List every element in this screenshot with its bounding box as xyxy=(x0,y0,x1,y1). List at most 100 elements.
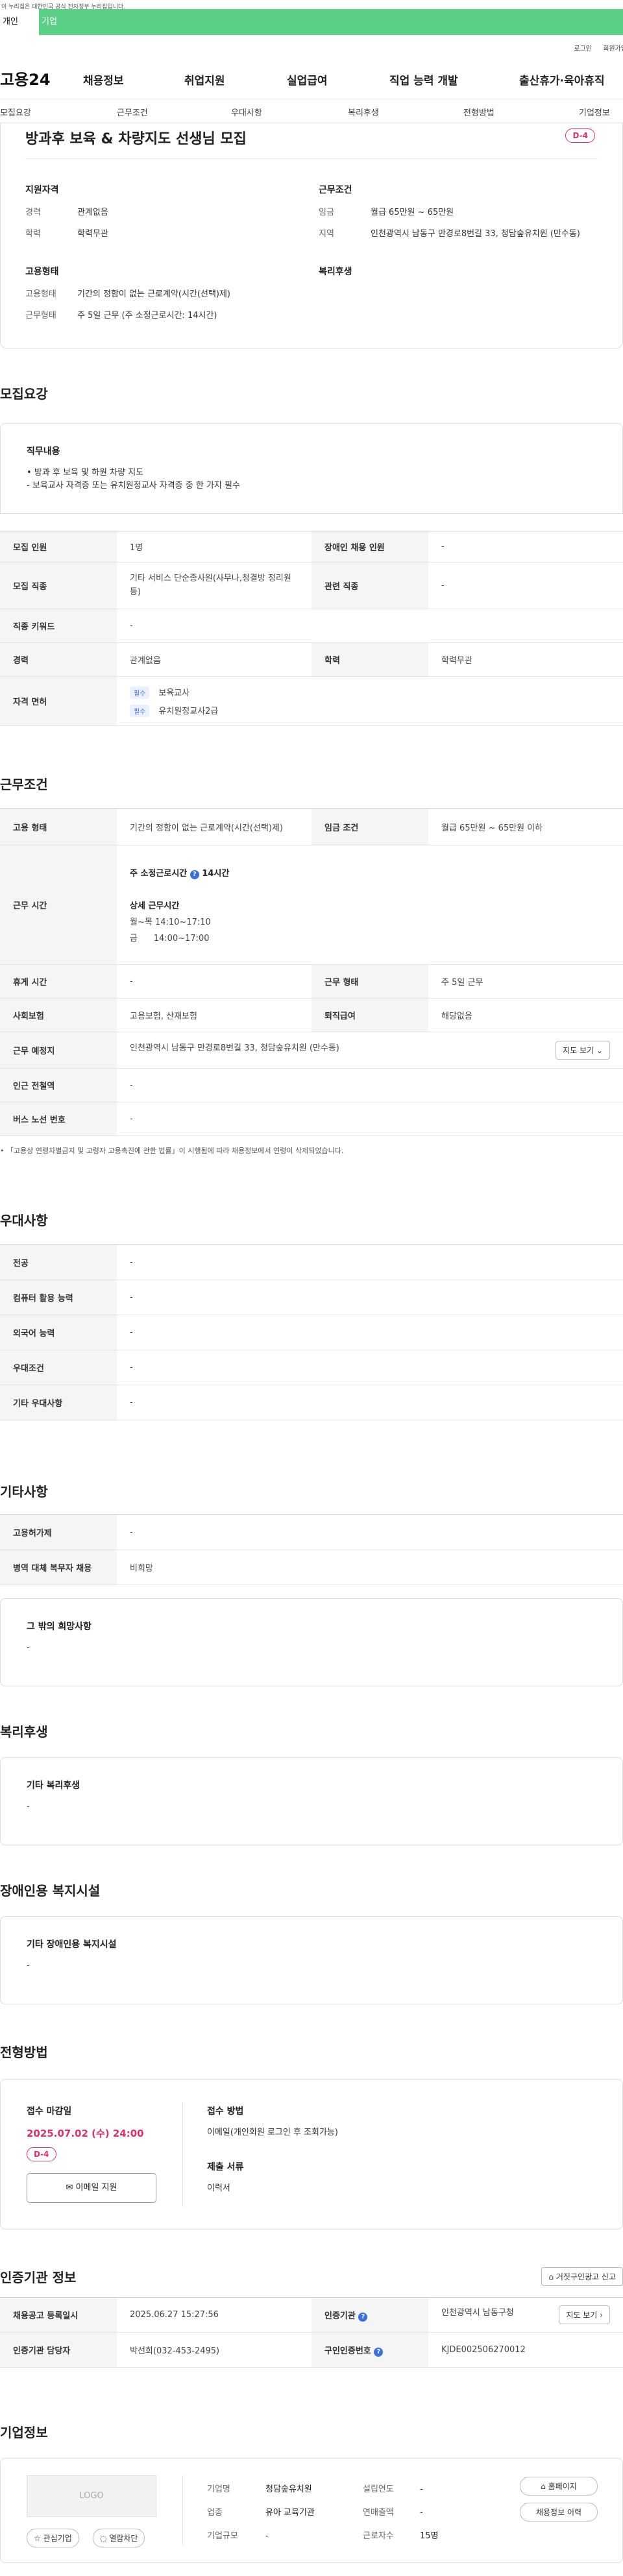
wish-box: 그 밖의 희망사항 - xyxy=(0,1598,623,1686)
homepage-button[interactable]: ⌂ 홈페이지 xyxy=(520,2477,598,2496)
work-address: 인천광역시 남동구 만경로8번길 33, 청담숲유치원 (만수동) xyxy=(130,1043,339,1053)
wish-value: - xyxy=(27,1643,30,1653)
table-row: 전공 - xyxy=(0,1245,623,1280)
table-row: 모집 인원 1명 장애인 채용 인원 - xyxy=(0,531,623,563)
tab-company[interactable]: 기업 xyxy=(39,9,57,35)
apply-box: 접수 마감일 2025.07.02 (수) 24:00 D-4 ✉ 이메일 지원… xyxy=(0,2079,623,2230)
dday-badge: D-4 xyxy=(27,2147,56,2161)
work-table: 고용 형태 기간의 정함이 없는 근로계약(시간(선택)제) 임금 조건 월급 … xyxy=(0,808,623,1136)
help-icon[interactable]: ? xyxy=(189,870,199,879)
table-row: 사회보험 고용보험, 산재보험 퇴직급여 해당없음 xyxy=(0,998,623,1032)
nav-parental-leave[interactable]: 출산휴가·육아휴직 xyxy=(519,71,605,88)
table-row: 모집 직종 기타 서비스 단순종사원(사무나,청결방 정리원 등) 관련 직종 … xyxy=(0,562,623,609)
detail-hours-label: 상세 근무시간 xyxy=(130,901,180,911)
mail-icon: ✉ xyxy=(66,2183,73,2193)
nav-skills-development[interactable]: 직업 능력 개발 xyxy=(389,71,458,88)
block-view-button[interactable]: ◌ 열람차단 xyxy=(93,2529,145,2547)
block-icon: ◌ xyxy=(100,2534,107,2543)
tab-recruit[interactable]: 모집요강 xyxy=(0,106,31,118)
table-row: 우대조건 - xyxy=(0,1350,623,1385)
hours-line: 월~목 14:10~17:10 xyxy=(130,917,211,927)
deadline-label: 접수 마감일 xyxy=(27,2106,72,2117)
section-title-work: 근무조건 xyxy=(0,777,48,792)
method-value: 이메일(개인회원 로그인 후 조회가능) xyxy=(207,2128,338,2137)
table-row: 인증기관 담당자 박선희(032-453-2495) 구인인증번호 ? KJDE… xyxy=(0,2332,623,2368)
divider xyxy=(182,2103,183,2207)
cert-map-button[interactable]: 지도 보기 › xyxy=(559,2305,610,2324)
signup-link[interactable]: 회원가입 xyxy=(603,43,623,53)
help-icon[interactable]: ? xyxy=(358,2312,368,2322)
method-label: 접수 방법 xyxy=(207,2106,244,2117)
tab-preferences[interactable]: 우대사항 xyxy=(231,106,262,118)
welfare-box: 기타 복리후생 - xyxy=(0,1757,623,1845)
duty-box: 직무내용 • 방과 후 보육 및 하원 차량 지도 - 보육교사 자격증 또는 … xyxy=(0,423,623,514)
nav-unemployment-benefit[interactable]: 실업급여 xyxy=(287,71,328,88)
cert-org-name: 인천광역시 남동구청 xyxy=(441,2308,514,2318)
help-icon[interactable]: ? xyxy=(374,2347,384,2357)
weekly-hours-label: 주 소정근로시간 xyxy=(130,869,188,879)
tab-work-conditions[interactable]: 근무조건 xyxy=(117,106,148,118)
util-links: 로그인 회원가입 xyxy=(0,35,623,57)
license-item: 필수 보육교사 xyxy=(130,686,610,699)
nav-job-info[interactable]: 채용정보 xyxy=(83,71,124,88)
table-row: 컴퓨터 활용 능력 - xyxy=(0,1280,623,1315)
employment-summary: 고용형태 고용형태 기간의 정함이 없는 근로계약(시간(선택)제) 근무형태 주 … xyxy=(25,265,298,330)
section-title-preferences: 우대사항 xyxy=(0,1213,48,1228)
section-title-etc: 기타사항 xyxy=(0,1484,48,1500)
summary-row: 경력 관계없음 xyxy=(25,208,108,217)
duty-title: 직무내용 xyxy=(27,446,60,457)
main-navigation: 고용24 채용정보 취업지원 실업급여 직업 능력 개발 출산휴가·육아휴직 xyxy=(0,57,623,99)
hiring-history-button[interactable]: 채용정보 이력 xyxy=(520,2503,598,2521)
table-row: 병역 대체 복무자 채용 비희망 xyxy=(0,1549,623,1585)
table-row: 경력 관계없음 학력 학력무관 xyxy=(0,642,623,677)
tab-personal[interactable]: 개인 xyxy=(0,9,39,35)
cond-title: 근무조건 xyxy=(319,185,352,195)
table-row: 근무 예정지 인천광역시 남동구 만경로8번길 33, 청담숲유치원 (만수동)… xyxy=(0,1032,623,1069)
nav-employment-support[interactable]: 취업지원 xyxy=(184,71,225,88)
table-row: 휴게 시간 - 근무 형태 주 5일 근무 xyxy=(0,964,623,999)
preference-table: 전공 - 컴퓨터 활용 능력 - 외국어 능력 - 우대조건 - 기타 우대사항 - xyxy=(0,1245,623,1420)
summary-row: 지역 인천광역시 남동구 만경로8번길 33, 청담숲유치원 (만수동) xyxy=(319,228,580,239)
etc-table: 고용허가제 - 병역 대체 복무자 채용 비희망 xyxy=(0,1514,623,1585)
dday-badge: D-4 xyxy=(565,128,595,143)
required-tag: 필수 xyxy=(130,686,150,699)
table-row: 고용 형태 기간의 정함이 없는 근로계약(시간(선택)제) 임금 조건 월급 … xyxy=(0,808,623,845)
table-row: 고용허가제 - xyxy=(0,1514,623,1550)
docs-label: 제출 서류 xyxy=(207,2162,244,2172)
table-row: 자격 면허 필수 보육교사 필수 유치원정교사2급 xyxy=(0,676,623,726)
section-title-apply: 전형방법 xyxy=(0,2045,48,2060)
tab-welfare[interactable]: 복리후생 xyxy=(348,106,379,118)
divider xyxy=(182,2475,183,2546)
welfare-box-title: 기타 복리후생 xyxy=(27,1780,80,1791)
home-icon: ⌂ xyxy=(541,2482,546,2491)
gov-notice: 이 누리집은 대한민국 공식 전자정부 누리집입니다. xyxy=(1,4,126,10)
tab-company-info[interactable]: 기업정보 xyxy=(579,106,610,118)
section-title-disabled-facility: 장애인용 복지시설 xyxy=(0,1883,101,1899)
table-row: 외국어 능력 - xyxy=(0,1315,623,1350)
section-title-welfare: 복리후생 xyxy=(0,1724,48,1740)
job-summary-card: 방과후 보육 & 차량지도 선생님 모집 D-4 지원자격 경력 관계없음 학력 학… xyxy=(0,123,623,348)
required-tag: 필수 xyxy=(130,704,150,717)
job-title: 방과후 보육 & 차량지도 선생님 모집 xyxy=(25,131,247,147)
favorite-company-button[interactable]: ☆ 관심기업 xyxy=(27,2529,79,2547)
chevron-down-icon: ⌄ xyxy=(596,1046,603,1055)
table-row: 버스 노선 번호 - xyxy=(0,1102,623,1136)
table-row: 채용공고 등록일시 2025.06.27 15:27:56 인증기관 ? 인천광… xyxy=(0,2297,623,2333)
map-view-button[interactable]: 지도 보기 ⌄ xyxy=(556,1041,610,1060)
qualification-summary: 지원자격 경력 관계없음 학력 학력무관 xyxy=(25,183,259,249)
emp-title: 고용형태 xyxy=(25,267,59,277)
summary-row: 고용형태 기간의 정함이 없는 근로계약(시간(선택)제) xyxy=(25,289,231,299)
docs-value: 이력서 xyxy=(207,2183,230,2193)
qual-title: 지원자격 xyxy=(25,185,59,195)
tab-selection[interactable]: 전형방법 xyxy=(463,106,495,118)
report-fake-ad-button[interactable]: ⌂ 거짓구인광고 신고 xyxy=(541,2267,623,2286)
condition-summary: 근무조건 임금 월급 65만원 ~ 65만원 지역 인천광역시 남동구 만경로8번길… xyxy=(319,183,598,249)
duty-line: • 방과 후 보육 및 하원 차량 지도 xyxy=(27,468,144,478)
company-row: 기업명 청담숲유치원 설립연도 - xyxy=(207,2485,423,2494)
login-link[interactable]: 로그인 xyxy=(574,43,592,53)
table-row: 근무 시간 주 소정근로시간 ? 14시간 상세 근무시간 월~목 14:10~… xyxy=(0,845,623,965)
site-logo[interactable]: 고용24 xyxy=(0,67,51,90)
table-row: 기타 우대사항 - xyxy=(0,1385,623,1420)
email-apply-button[interactable]: ✉ 이메일 지원 xyxy=(27,2173,156,2203)
company-row: 업종 유아 교육기관 연매출액 - xyxy=(207,2508,423,2518)
